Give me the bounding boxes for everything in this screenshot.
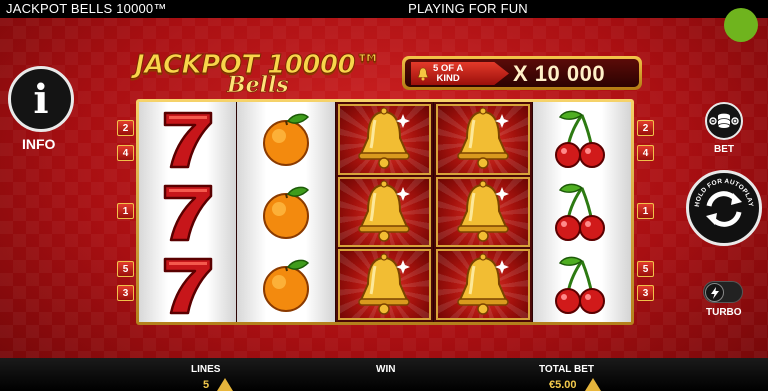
seven-icon bbox=[163, 111, 212, 168]
payline-marker-right[interactable]: 4 bbox=[637, 145, 654, 161]
total-bet-chevron-icon[interactable] bbox=[585, 378, 601, 391]
info-icon: i bbox=[33, 75, 49, 123]
play-mode-label: PLAYING FOR FUN bbox=[408, 1, 528, 16]
bell-icon bbox=[457, 180, 509, 242]
jackpot-multiplier: X 10 000 bbox=[513, 61, 606, 86]
bell-symbol bbox=[337, 104, 432, 175]
lines-label: LINES bbox=[191, 364, 221, 375]
reel-5 bbox=[532, 102, 631, 322]
info-label: INFO bbox=[22, 136, 56, 152]
coin-stack-icon bbox=[709, 113, 739, 129]
seven-symbol bbox=[139, 175, 236, 248]
cherry-icon bbox=[554, 256, 605, 315]
total-bet-value[interactable]: €5.00 bbox=[549, 379, 577, 391]
turbo-toggle[interactable] bbox=[703, 281, 743, 303]
five-of-a-kind-tag: 5 OF A KIND bbox=[411, 62, 509, 85]
turbo-toggle-knob bbox=[705, 283, 724, 302]
reel-3 bbox=[335, 102, 435, 322]
win-label: WIN bbox=[376, 364, 396, 375]
bell-symbol bbox=[337, 176, 432, 248]
reels-frame bbox=[136, 99, 634, 325]
bell-icon bbox=[457, 107, 509, 170]
seven-symbol bbox=[139, 249, 236, 322]
orange-symbol bbox=[237, 175, 334, 248]
seven-icon bbox=[163, 257, 212, 315]
bottom-bar: LINES 5 WIN TOTAL BET €5.00 bbox=[0, 358, 768, 391]
five-of-a-kind-banner: 5 OF A KIND X 10 000 bbox=[402, 56, 642, 90]
payline-marker-right[interactable]: 5 bbox=[637, 261, 654, 277]
lightning-icon bbox=[710, 286, 719, 299]
payline-marker-left[interactable]: 4 bbox=[117, 145, 134, 161]
status-indicator bbox=[724, 8, 758, 42]
bell-icon bbox=[358, 180, 411, 242]
bell-symbol bbox=[436, 104, 530, 175]
top-bar: JACKPOT BELLS 10000™ PLAYING FOR FUN bbox=[0, 0, 768, 18]
logo-subtitle: Bells bbox=[227, 72, 289, 99]
orange-symbol bbox=[237, 249, 334, 322]
payline-marker-left[interactable]: 1 bbox=[117, 203, 134, 219]
seven-symbol bbox=[139, 102, 236, 175]
total-bet-label: TOTAL BET bbox=[539, 364, 594, 375]
orange-icon bbox=[263, 113, 310, 166]
bell-icon bbox=[417, 67, 429, 80]
bell-icon bbox=[358, 253, 411, 315]
cherry-symbol bbox=[533, 102, 631, 175]
lines-chevron-icon[interactable] bbox=[217, 378, 233, 391]
spin-arrows-icon: HOLD FOR AUTOPLAY bbox=[694, 178, 754, 227]
orange-icon bbox=[263, 186, 310, 239]
reel-2 bbox=[237, 102, 336, 322]
cherry-icon bbox=[554, 183, 605, 241]
kind-tag-line1: 5 OF A bbox=[433, 62, 464, 74]
cherry-symbol bbox=[533, 175, 631, 248]
info-button[interactable]: i bbox=[8, 66, 74, 132]
bell-symbol bbox=[436, 249, 530, 321]
payline-marker-left[interactable]: 5 bbox=[117, 261, 134, 277]
reels bbox=[139, 102, 631, 322]
game-logo: JACKPOT 10000™ Bells bbox=[135, 50, 397, 100]
bell-symbol bbox=[337, 249, 432, 321]
orange-icon bbox=[263, 259, 310, 313]
payline-marker-right[interactable]: 3 bbox=[637, 285, 654, 301]
cherry-icon bbox=[554, 110, 605, 168]
bell-icon bbox=[457, 253, 509, 315]
bet-label: BET bbox=[714, 144, 734, 155]
kind-tag-line2: KIND bbox=[436, 72, 460, 84]
cherry-symbol bbox=[533, 249, 631, 322]
spin-button[interactable]: HOLD FOR AUTOPLAY bbox=[686, 170, 762, 246]
lines-value[interactable]: 5 bbox=[203, 379, 209, 391]
bet-button[interactable] bbox=[705, 102, 743, 140]
payline-marker-left[interactable]: 2 bbox=[117, 120, 134, 136]
seven-icon bbox=[163, 184, 212, 242]
reel-1 bbox=[139, 102, 238, 322]
turbo-label: TURBO bbox=[706, 307, 742, 318]
payline-marker-left[interactable]: 3 bbox=[117, 285, 134, 301]
payline-marker-right[interactable]: 2 bbox=[637, 120, 654, 136]
bell-symbol bbox=[436, 176, 530, 248]
payline-marker-right[interactable]: 1 bbox=[637, 203, 654, 219]
orange-symbol bbox=[237, 102, 334, 175]
reel-4 bbox=[434, 102, 533, 322]
bell-icon bbox=[358, 107, 411, 170]
